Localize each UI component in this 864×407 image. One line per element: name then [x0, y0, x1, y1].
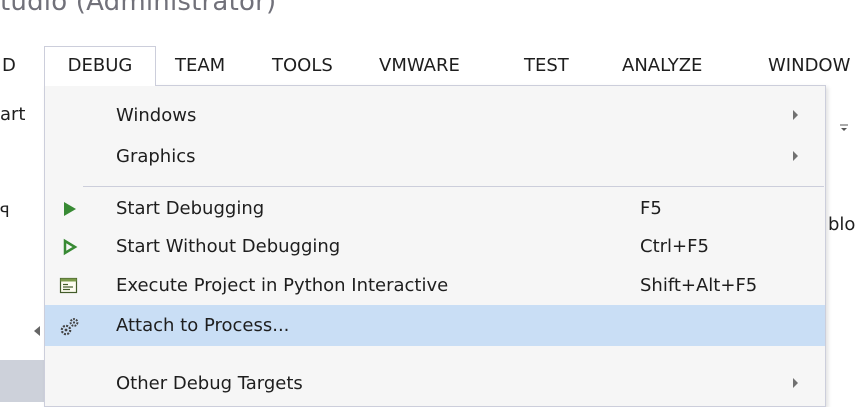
menu-team[interactable]: TEAM — [175, 46, 225, 86]
menu-item-label: Other Debug Targets — [116, 373, 303, 394]
menu-item-label: Windows — [116, 105, 197, 126]
submenu-arrow-icon — [793, 378, 798, 388]
menu-item-label: Graphics — [116, 146, 196, 167]
menu-item-partial[interactable]: D — [2, 46, 16, 86]
python-interactive-icon — [59, 276, 79, 296]
menu-bar: D DEBUG TEAM TOOLS VMWARE TEST ANALYZE W… — [0, 46, 864, 86]
play-outline-icon — [59, 237, 79, 257]
menu-item-label: Start Without Debugging — [116, 236, 341, 257]
background-panel — [0, 360, 44, 402]
menu-item-label: Execute Project in Python Interactive — [116, 275, 449, 296]
menu-vmware[interactable]: VMWARE — [379, 46, 460, 86]
menu-item-start-without-debugging[interactable]: Start Without Debugging Ctrl+F5 — [45, 226, 825, 267]
menu-item-start-debugging[interactable]: Start Debugging F5 — [45, 188, 825, 229]
menu-item-label: Attach to Process... — [116, 315, 290, 336]
menu-item-label: Start Debugging — [116, 198, 265, 219]
menu-item-shortcut: F5 — [640, 198, 662, 219]
menu-separator — [83, 186, 824, 187]
menu-item-shortcut: Shift+Alt+F5 — [640, 275, 758, 296]
submenu-arrow-icon — [793, 110, 798, 120]
gears-icon — [59, 316, 79, 336]
menu-item-windows[interactable]: Windows — [45, 95, 825, 136]
debug-dropdown-menu: Windows Graphics Start Debugging F5 Star… — [44, 85, 826, 407]
collapse-arrow-icon[interactable] — [33, 322, 41, 341]
menu-item-attach-to-process[interactable]: Attach to Process... — [45, 305, 825, 346]
menu-window[interactable]: WINDOW — [768, 46, 850, 86]
window-title: tudio (Administrator) — [0, 0, 277, 17]
submenu-arrow-icon — [793, 151, 798, 161]
menu-tools[interactable]: TOOLS — [272, 46, 333, 86]
document-tab-fragment[interactable]: blo — [828, 214, 855, 235]
menu-debug[interactable]: DEBUG — [44, 46, 156, 86]
menu-item-execute-python-interactive[interactable]: Execute Project in Python Interactive Sh… — [45, 265, 825, 306]
pin-icon[interactable]: ꟼ — [0, 202, 10, 221]
menu-item-shortcut: Ctrl+F5 — [640, 236, 709, 257]
menu-test[interactable]: TEST — [524, 46, 569, 86]
toolbar-start-fragment[interactable]: art — [0, 104, 26, 125]
menu-item-other-debug-targets[interactable]: Other Debug Targets — [45, 363, 825, 404]
overflow-dropdown-icon[interactable] — [838, 119, 850, 138]
menu-analyze[interactable]: ANALYZE — [622, 46, 702, 86]
play-solid-icon — [59, 199, 79, 219]
menu-item-graphics[interactable]: Graphics — [45, 136, 825, 177]
